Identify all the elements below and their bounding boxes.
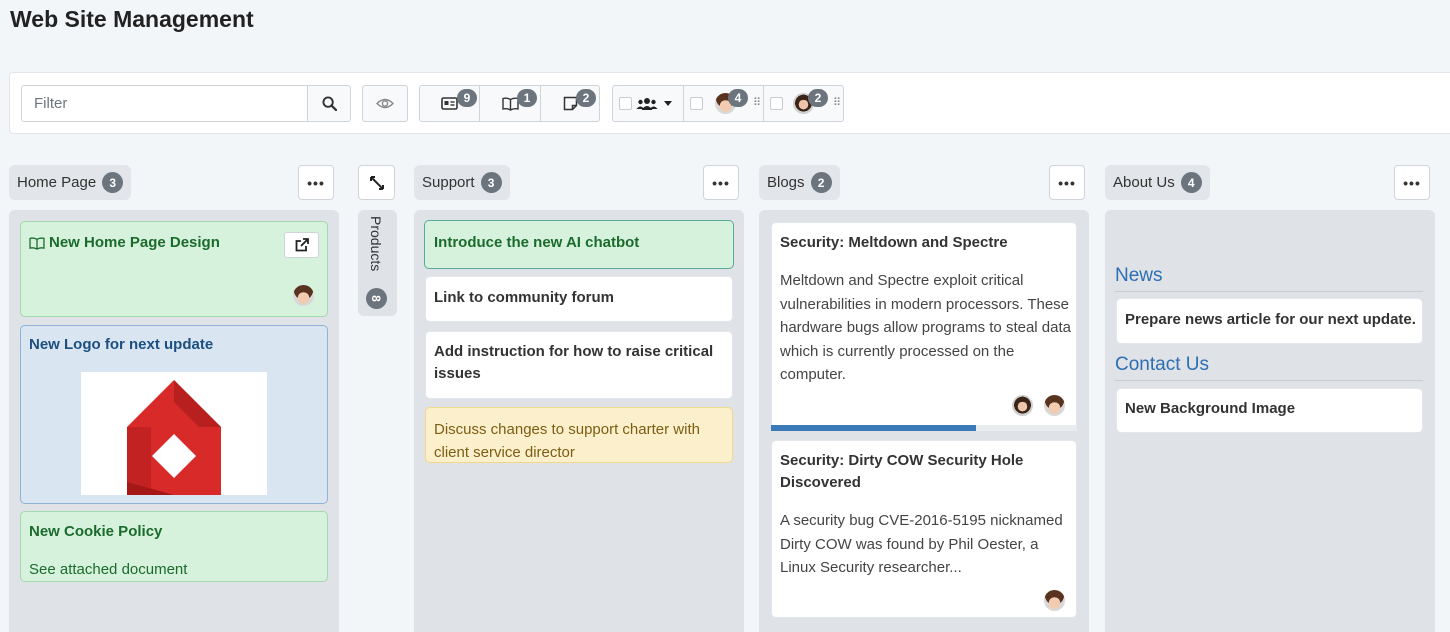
card-title: Discuss changes to support charter with … [434,421,700,461]
column-count-badge: 4 [1180,172,1202,193]
card-type-cards-button[interactable]: 9 [419,85,480,122]
card[interactable]: Prepare news article for our next update… [1116,298,1423,344]
user-all-checkbox[interactable] [619,97,632,110]
filter-group [21,85,351,122]
card-body: A security bug CVE-2016-5195 nicknamed D… [780,512,1063,576]
open-card-button[interactable] [284,232,319,258]
user-filter-all[interactable] [613,86,683,121]
column-title: About Us [1113,174,1175,191]
column-menu-button[interactable]: ••• [298,165,334,200]
more-icon: ••• [1403,174,1421,191]
book-icon [501,96,519,111]
column-count-badge: 3 [480,172,502,193]
user-filter: 4 ⠿ 2 ⠿ [612,85,844,122]
visibility-button[interactable] [362,85,408,122]
column-collapsed-products[interactable]: Products 8 [358,210,397,316]
card[interactable]: Security: Meltdown and Spectre Meltdown … [771,222,1077,431]
chevron-down-icon [664,101,672,106]
section-heading-contact: Contact Us [1115,354,1209,375]
user-filter-woman[interactable]: 2 ⠿ [763,86,843,121]
card-title: Security: Meltdown and Spectre [780,234,1008,251]
divider [1115,380,1423,381]
card[interactable]: Link to community forum [425,276,733,322]
card-type-filter: 9 1 2 [419,85,600,122]
card-title: Link to community forum [434,289,614,306]
users-icon [636,97,658,110]
drag-handle-icon[interactable]: ⠿ [833,96,841,109]
column-count-badge: 3 [102,172,124,193]
search-button[interactable] [308,85,351,122]
note-count-badge: 2 [576,89,596,107]
expand-column-button[interactable] [358,165,395,200]
card-body: Meltdown and Spectre exploit critical vu… [780,272,1071,383]
column-header-about[interactable]: About Us 4 [1105,165,1210,200]
more-icon: ••• [712,174,730,191]
card-type-note-button[interactable]: 2 [541,85,600,122]
logo-image [81,372,267,495]
progress-bar [771,425,1077,431]
search-icon [321,96,337,111]
card[interactable]: Add instruction for how to raise critica… [425,331,733,399]
card-title: New Background Image [1125,400,1296,417]
drag-handle-icon[interactable]: ⠿ [753,96,761,109]
column-header-blogs[interactable]: Blogs 2 [759,165,840,200]
card[interactable]: New Cookie Policy See attached document [20,511,328,582]
more-icon: ••• [307,174,325,191]
expand-icon [369,175,384,190]
card-title: New Home Page Design [49,234,220,251]
book-icon [29,236,45,250]
page-title: Web Site Management [10,6,254,32]
card-type-book-button[interactable]: 1 [480,85,541,122]
card[interactable]: Discuss changes to support charter with … [425,407,733,463]
column-count-badge: 8 [366,288,387,309]
column-title: Home Page [17,174,97,191]
column-menu-button[interactable]: ••• [703,165,739,200]
eye-icon [376,98,394,109]
more-icon: ••• [1058,174,1076,191]
column-header-support[interactable]: Support 3 [414,165,510,200]
avatar [1012,395,1033,416]
column-header-home[interactable]: Home Page 3 [9,165,132,200]
card[interactable]: New Logo for next update [20,325,328,504]
card-title: Security: Dirty COW Security Hole Discov… [780,452,1024,491]
cards-count-badge: 9 [457,89,477,107]
user-woman-checkbox[interactable] [770,97,783,110]
id-card-icon [441,97,458,110]
user-man-count-badge: 4 [728,89,748,107]
avatar [1044,590,1065,611]
user-filter-man[interactable]: 4 ⠿ [683,86,763,121]
filter-input[interactable] [21,85,308,122]
book-count-badge: 1 [517,89,537,107]
card[interactable]: New Home Page Design [20,221,328,317]
card-body: See attached document [29,561,188,578]
progress-bar-fill [771,425,977,431]
column-title: Support [422,174,475,191]
user-woman-count-badge: 2 [808,89,828,107]
card[interactable]: Introduce the new AI chatbot [424,220,734,269]
column-count-badge: 2 [810,172,832,193]
column-menu-button[interactable]: ••• [1394,165,1430,200]
card-title: Introduce the new AI chatbot [434,234,640,251]
user-man-checkbox[interactable] [690,97,703,110]
card-title: New Cookie Policy [29,523,163,540]
card-title: New Logo for next update [29,336,214,353]
card-title: Add instruction for how to raise critica… [434,343,714,382]
card-title: Prepare news article for our next update… [1125,311,1416,328]
divider [1115,291,1423,292]
toolbar: 9 1 2 4 ⠿ 2 ⠿ [9,72,1450,134]
card[interactable]: New Background Image [1116,388,1423,433]
card[interactable]: Security: Dirty COW Security Hole Discov… [771,440,1077,618]
avatar [293,285,314,306]
external-link-icon [295,238,309,252]
avatar [1044,395,1065,416]
column-menu-button[interactable]: ••• [1049,165,1085,200]
column-title: Products [368,216,384,272]
section-heading-news: News [1115,265,1163,286]
column-title: Blogs [767,174,805,191]
